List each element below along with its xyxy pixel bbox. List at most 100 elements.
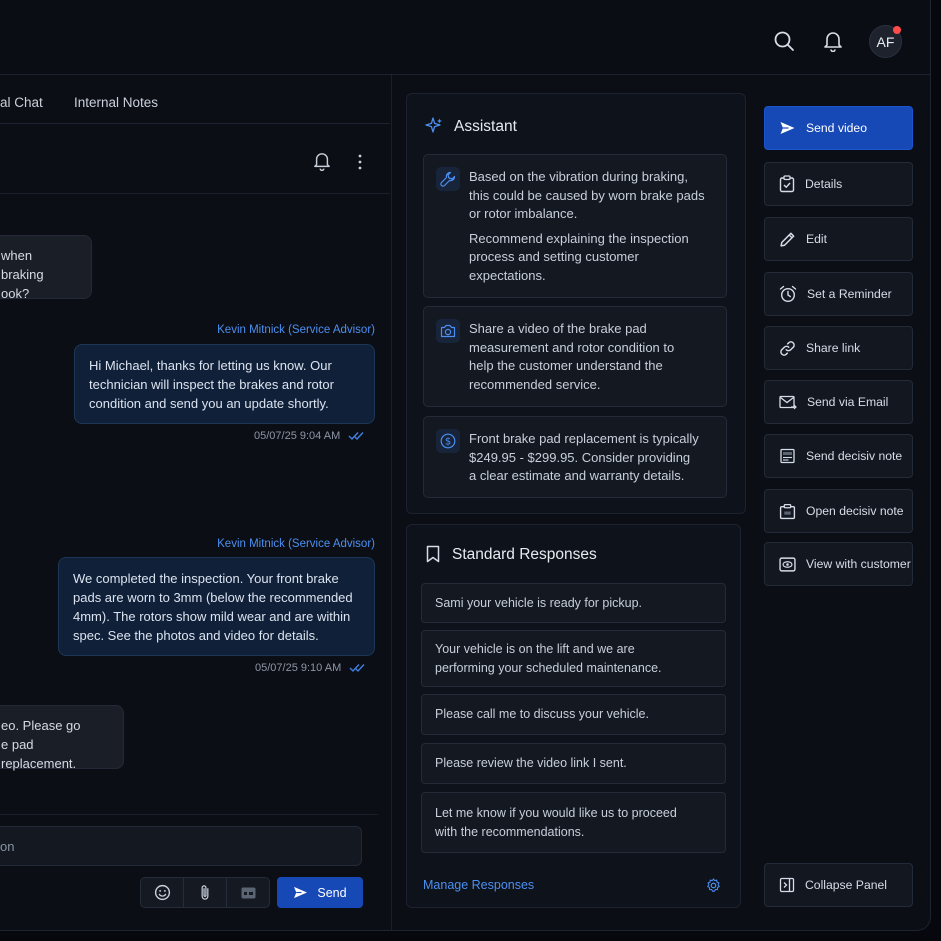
message-input[interactable]: on [0, 826, 362, 866]
chat-column [0, 75, 392, 930]
assistant-panel: Assistant Based on the vibration during … [406, 93, 746, 514]
composer-tools [140, 877, 270, 908]
message-line: 4mm). The rotors show mild wear and are … [73, 609, 351, 624]
open-decisiv-note-button[interactable]: Open decisiv note [764, 489, 913, 533]
collapse-panel-icon [779, 877, 795, 893]
sender-name: Kevin Mitnick (Service Advisor) [217, 538, 375, 550]
media-button[interactable] [227, 878, 269, 907]
send-button[interactable]: Send [277, 877, 363, 908]
tab-chat[interactable]: al Chat [0, 95, 43, 110]
message-line: pads are worn to 3mm (below the recommen… [73, 590, 353, 605]
clipboard-icon [779, 175, 795, 193]
assistant-card: $ Front brake pad replacement is typical… [423, 416, 727, 498]
sender-name: Kevin Mitnick (Service Advisor) [217, 324, 375, 336]
message-line: eo. Please go [1, 718, 81, 733]
message-line: Hi Michael, thanks for letting us know. … [89, 358, 332, 373]
send-decisiv-note-button[interactable]: Send decisiv note [764, 434, 913, 478]
send-video-button[interactable]: Send video [764, 106, 913, 150]
text-line: Recommend explaining the inspection [469, 230, 689, 246]
text-line: Share a video of the brake pad [469, 321, 647, 336]
emoji-icon [154, 884, 170, 901]
outgoing-message: Hi Michael, thanks for letting us know. … [74, 344, 375, 424]
collapse-panel-button[interactable]: Collapse Panel [764, 863, 913, 907]
notification-dot [893, 26, 901, 34]
chat-header [0, 124, 390, 194]
incoming-message: when braking ook? [0, 235, 92, 301]
action-label: View with customer [806, 557, 911, 571]
email-icon [779, 395, 797, 409]
open-note-icon [779, 503, 796, 519]
outgoing-message: We completed the inspection. Your front … [58, 557, 375, 656]
text-line: help the customer understand the [469, 358, 663, 374]
camera-icon [436, 319, 460, 343]
svg-text:$: $ [445, 437, 451, 448]
response-item[interactable]: Your vehicle is on the lift and we are p… [421, 630, 726, 687]
card-text: Based on the vibration during braking, t… [469, 168, 705, 286]
attach-button[interactable] [184, 878, 227, 907]
app-window: AF al Chat Internal Notes when braking o… [0, 0, 931, 931]
action-label: Send via Email [807, 395, 889, 409]
gear-icon[interactable] [706, 878, 721, 898]
message-meta: 05/07/25 9:04 AM [254, 430, 364, 442]
bookmark-icon [426, 545, 440, 568]
text-line: Please review the video link I sent. [435, 756, 627, 771]
message-line: We completed the inspection. Your front … [73, 571, 339, 586]
search-icon[interactable] [769, 26, 799, 56]
send-label: Send [317, 885, 347, 900]
message-timestamp: 05/07/25 9:10 AM [255, 662, 342, 674]
message-timestamp: 05/07/25 9:04 AM [254, 430, 341, 442]
text-line: Your vehicle is on the lift and we are [435, 641, 635, 656]
action-label: Share link [806, 341, 861, 355]
text-line: Let me know if you would like us to proc… [435, 805, 677, 820]
note-icon [780, 448, 795, 464]
dollar-icon: $ [436, 429, 460, 453]
tab-internal-notes[interactable]: Internal Notes [74, 95, 158, 110]
manage-responses-link[interactable]: Manage Responses [423, 878, 534, 892]
message-line: spec. See the photos and video for detai… [73, 628, 319, 643]
text-line: process and setting customer [469, 249, 639, 265]
assistant-card: Based on the vibration during braking, t… [423, 154, 727, 298]
send-via-email-button[interactable]: Send via Email [764, 380, 913, 424]
text-line: with the recommendations. [435, 824, 585, 839]
text-line: Based on the vibration during braking, [469, 169, 688, 184]
response-item[interactable]: Let me know if you would like us to proc… [421, 792, 726, 853]
bell-icon[interactable] [313, 151, 331, 176]
media-icon [241, 887, 255, 898]
action-label: Send video [806, 121, 867, 135]
text-line: recommended service. [469, 376, 601, 392]
response-item[interactable]: Please review the video link I sent. [421, 743, 726, 784]
emoji-button[interactable] [141, 878, 184, 907]
share-link-button[interactable]: Share link [764, 326, 913, 370]
text-line: Please call me to discuss your vehicle. [435, 707, 649, 722]
set-reminder-button[interactable]: Set a Reminder [764, 272, 913, 316]
edit-button[interactable]: Edit [764, 217, 913, 261]
assistant-card: Share a video of the brake pad measureme… [423, 306, 727, 407]
view-with-customer-button[interactable]: View with customer [764, 542, 913, 586]
action-label: Set a Reminder [807, 287, 892, 301]
action-label: Collapse Panel [805, 878, 887, 892]
bell-icon[interactable] [818, 26, 848, 56]
text-line: expectations. [469, 267, 546, 283]
standard-responses-title: Standard Responses [452, 546, 597, 563]
send-icon [294, 886, 308, 899]
message-line: ook? [1, 286, 30, 301]
message-line: condition and send you an update shortly… [89, 396, 329, 411]
details-button[interactable]: Details [764, 162, 913, 206]
text-line: Sami your vehicle is ready for pickup. [435, 595, 643, 610]
action-label: Send decisiv note [806, 449, 903, 463]
top-bar: AF [0, 0, 930, 75]
standard-responses-panel: Standard Responses Sami your vehicle is … [406, 524, 741, 908]
action-label: Details [805, 177, 843, 191]
paperclip-icon [201, 885, 209, 900]
card-text: Share a video of the brake pad measureme… [469, 320, 674, 394]
more-options-icon[interactable] [356, 153, 364, 176]
response-item[interactable]: Please call me to discuss your vehicle. [421, 694, 726, 735]
response-item[interactable]: Sami your vehicle is ready for pickup. [421, 583, 726, 623]
text-line: $249.95 - $299.95. Consider providing [469, 449, 691, 465]
eye-screen-icon [779, 556, 796, 572]
link-icon [780, 340, 795, 356]
message-line: when braking [1, 248, 44, 282]
pencil-icon [780, 232, 795, 247]
wrench-icon [436, 167, 460, 191]
sparkle-icon [425, 117, 443, 140]
